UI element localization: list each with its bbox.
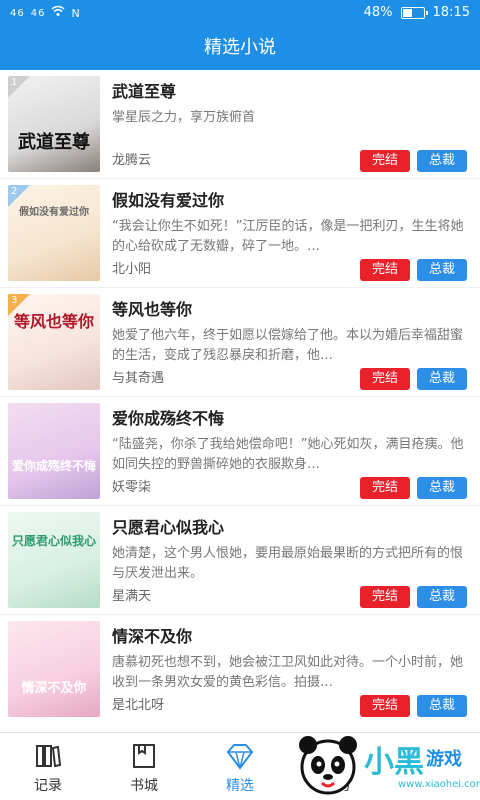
cover-title: 武道至尊 <box>18 132 90 153</box>
book-description: 唐慕初死也想不到，她会被江卫风如此对待。一个小时前，她收到一条男欢女爱的黄色彩信… <box>112 655 464 690</box>
rank-number: 3 <box>11 295 18 306</box>
category-badge[interactable]: 总裁 <box>417 150 467 172</box>
page-title: 精选小说 <box>0 26 480 70</box>
status-badge[interactable]: 完结 <box>360 150 410 172</box>
category-badge[interactable]: 总裁 <box>417 259 467 281</box>
book-description: 她清楚，这个男人恨她，要用最原始最果断的方式把所有的恨与厌发泄出来。 <box>112 546 464 581</box>
list-item[interactable]: 等风也等你 3 等风也等你她爱了他六年，终于如愿以偿嫁给了他。本以为婚后幸福甜蜜的生… <box>0 288 480 397</box>
book-author: 是北北呀 <box>112 698 165 713</box>
book-author: 龙腾云 <box>112 153 152 168</box>
nfc-icon: N <box>71 6 80 20</box>
rank-number: 2 <box>11 186 18 197</box>
status-badge[interactable]: 完结 <box>360 695 410 717</box>
status-left: 46 46 N <box>10 5 80 21</box>
tab-bookstore[interactable]: 书城 <box>96 733 192 800</box>
book-author: 妖零柒 <box>112 480 152 495</box>
book-description: 掌星辰之力，享万族俯首 <box>112 110 256 125</box>
category-badge[interactable]: 总裁 <box>417 586 467 608</box>
cover-title: 情深不及你 <box>21 681 87 696</box>
book-author: 与其奇遇 <box>112 371 165 386</box>
book-cover[interactable]: 爱你成殇终不悔 <box>8 403 100 499</box>
books-icon <box>33 741 63 771</box>
book-author: 星满天 <box>112 589 152 604</box>
book-title: 武道至尊 <box>112 82 177 101</box>
watermark-url: www.xiaohei.com <box>398 779 480 790</box>
status-bar: 46 46 N 48% 18:15 <box>0 0 480 26</box>
status-badge[interactable]: 完结 <box>360 477 410 499</box>
battery-percent: 48% <box>363 5 393 20</box>
book-cover[interactable]: 只愿君心似我心 <box>8 512 100 608</box>
battery-icon <box>400 6 428 19</box>
watermark-sub: 游戏 <box>426 749 462 770</box>
book-title: 等风也等你 <box>112 300 193 319</box>
list-item[interactable]: 爱你成殇终不悔 爱你成殇终不悔 “陆盛尧，你杀了我给她偿命吧！”她心死如灰，满目疮痍… <box>0 397 480 506</box>
book-cover[interactable]: 武道至尊 1 <box>8 76 100 172</box>
rank-number: 1 <box>11 77 18 88</box>
watermark: 小黑 游戏 www.xiaohei.com <box>294 725 480 800</box>
tab-bookstore-label: 书城 <box>130 778 158 794</box>
tab-records[interactable]: 记录 <box>0 733 96 800</box>
book-author: 北小阳 <box>112 262 152 277</box>
book-cover[interactable]: 等风也等你 3 <box>8 294 100 390</box>
book-title: 爱你成殇终不悔 <box>112 409 225 428</box>
cover-title: 爱你成殇终不悔 <box>11 459 96 473</box>
list-item[interactable]: 武道至尊 1 武道至尊 掌星辰之力，享万族俯首 龙腾云 完结 总裁 <box>0 70 480 179</box>
signal-indicator-1: 46 <box>10 7 25 19</box>
book-list[interactable]: 武道至尊 1 武道至尊 掌星辰之力，享万族俯首 龙腾云 完结 总裁 假如没有爱过你 2 假如没有爱… <box>0 70 480 720</box>
book-title: 假如没有爱过你 <box>112 191 225 210</box>
book-description: “我会让你生不如死！”江厉臣的话，像是一把利刃，生生将她的心给砍成了无数瓣，碎了… <box>112 219 464 254</box>
status-right: 48% 18:15 <box>364 5 470 20</box>
panda-logo <box>294 731 362 799</box>
tab-records-label: 记录 <box>34 778 62 794</box>
category-badge[interactable]: 总裁 <box>417 368 467 390</box>
book-title: 情深不及你 <box>112 627 193 646</box>
book-cover[interactable]: 假如没有爱过你 2 <box>8 185 100 281</box>
wifi-icon <box>51 5 65 21</box>
category-badge[interactable]: 总裁 <box>417 695 467 717</box>
status-badge[interactable]: 完结 <box>360 259 410 281</box>
book-description: 她爱了他六年，终于如愿以偿嫁给了他。本以为婚后幸福甜蜜的生活，变成了残忍暴戾和折… <box>112 328 464 363</box>
book-cover[interactable]: 情深不及你 <box>8 621 100 717</box>
status-badge[interactable]: 完结 <box>360 586 410 608</box>
book-description: “陆盛尧，你杀了我给她偿命吧！”她心死如灰，满目疮痍。他如同失控的野兽撕碎她的衣… <box>112 437 464 472</box>
book-title: 只愿君心似我心 <box>112 518 225 537</box>
diamond-icon <box>225 741 255 771</box>
status-badge[interactable]: 完结 <box>360 368 410 390</box>
list-item[interactable]: 只愿君心似我心 只愿君心似我心 她清楚，这个男人恨她，要用最原始最果断的方式把所有的… <box>0 506 480 615</box>
cover-title: 只愿君心似我心 <box>11 534 96 548</box>
tab-featured-label: 精选 <box>226 778 254 794</box>
list-item[interactable]: 情深不及你 情深不及你 唐慕初死也想不到，她会被江卫风如此对待。一个小时前，她收到一… <box>0 615 480 720</box>
tab-featured[interactable]: 精选 <box>192 733 288 800</box>
clock: 18:15 <box>432 5 470 20</box>
category-badge[interactable]: 总裁 <box>417 477 467 499</box>
signal-indicator-2: 46 <box>30 7 46 19</box>
bookstore-icon <box>129 741 159 771</box>
watermark-main: 小黑 <box>364 745 424 780</box>
list-item[interactable]: 假如没有爱过你 2 假如没有爱过你 “我会让你生不如死！”江厉臣的话，像是一把利刃，生… <box>0 179 480 288</box>
